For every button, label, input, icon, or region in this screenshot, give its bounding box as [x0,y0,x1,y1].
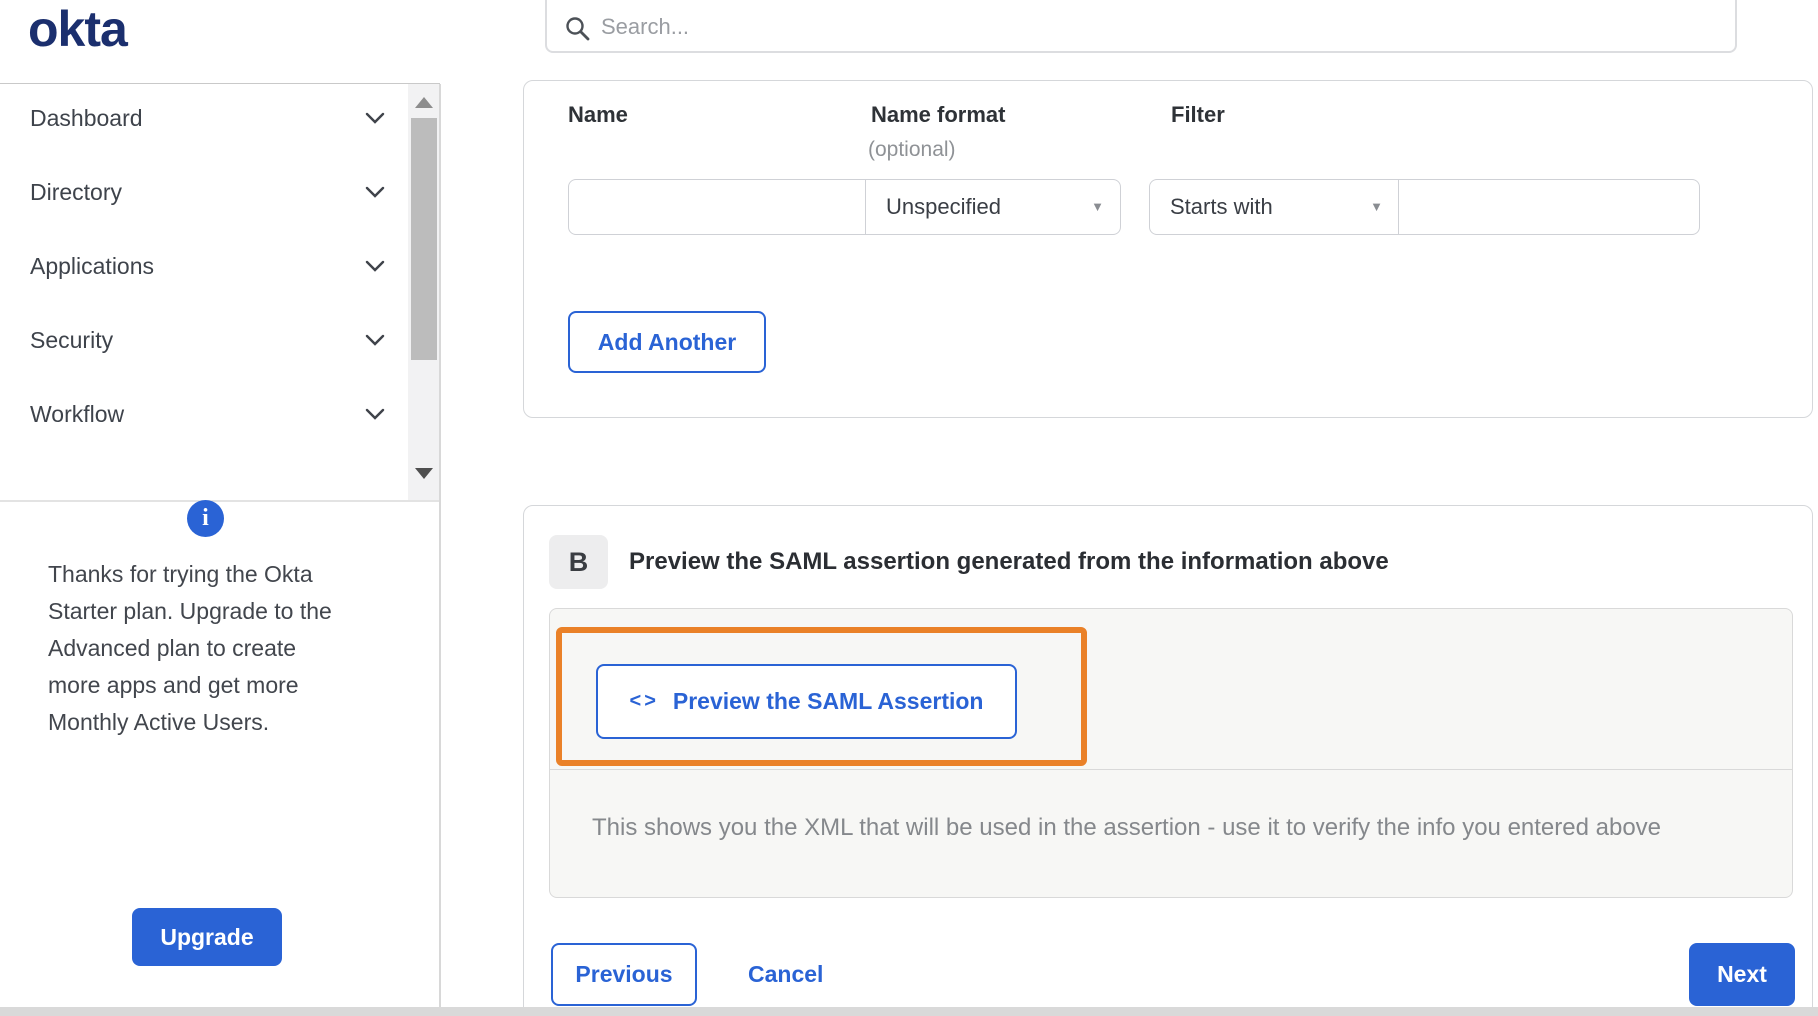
previous-button[interactable]: Previous [551,943,697,1006]
scroll-down-arrow-icon[interactable] [415,468,433,479]
chevron-down-icon [365,260,385,272]
filter-column-label: Filter [1171,102,1225,127]
sidebar-item-directory[interactable]: Directory [30,170,385,214]
chevron-down-icon [365,112,385,124]
search-icon [566,17,590,41]
sidebar-item-label: Security [30,326,114,353]
attribute-statements-panel: Name Name format (optional) Filter Unspe… [523,80,1813,418]
sidebar-bottom-divider [0,500,440,502]
filter-type-select[interactable]: Starts with ▼ [1149,179,1400,235]
preview-saml-panel: B Preview the SAML assertion generated f… [523,505,1813,1016]
sidebar-item-applications[interactable]: Applications [30,244,385,288]
attribute-name-input[interactable] [568,179,866,235]
sidebar-item-label: Applications [30,252,155,279]
window-bottom-edge [0,1007,1818,1016]
chevron-down-icon [365,408,385,420]
preview-box-divider [550,769,1792,770]
filter-value-input[interactable] [1398,179,1700,235]
upgrade-button[interactable]: Upgrade [132,908,282,966]
scrollbar-thumb[interactable] [411,118,437,360]
code-icon: <> [629,690,659,712]
name-format-value: Unspecified [886,194,1001,219]
global-search [545,0,1737,53]
name-format-column-label: Name format [871,102,1006,127]
sidebar-item-workflow[interactable]: Workflow [30,392,385,436]
dropdown-caret-icon: ▼ [1370,199,1383,214]
preview-section-title: Preview the SAML assertion generated fro… [629,548,1389,575]
search-input[interactable] [601,4,1701,50]
preview-saml-assertion-button[interactable]: <> Preview the SAML Assertion [596,664,1017,739]
trial-notice-text: Thanks for trying the Okta Starter plan.… [48,561,332,735]
name-column-label: Name [568,102,628,127]
chevron-down-icon [365,186,385,198]
assertion-note-text: This shows you the XML that will be used… [592,814,1662,841]
sidebar-separator [439,84,441,1016]
sidebar-item-dashboard[interactable]: Dashboard [30,96,385,140]
sidebar-top-divider [0,83,440,84]
scroll-up-arrow-icon[interactable] [415,97,433,108]
preview-button-label: Preview the SAML Assertion [672,688,984,714]
sidebar-item-label: Workflow [30,400,125,427]
sidebar-item-security[interactable]: Security [30,318,385,362]
optional-label: (optional) [868,138,956,161]
filter-type-value: Starts with [1170,194,1273,219]
sidebar-item-label: Dashboard [30,104,143,131]
okta-logo: okta [28,1,128,57]
add-another-button[interactable]: Add Another [568,311,766,373]
okta-admin-screen: okta Dashboard Directory Applications Se… [0,0,1818,1016]
cancel-link[interactable]: Cancel [748,943,823,1006]
preview-assertion-box: <> Preview the SAML Assertion This shows… [549,608,1793,898]
sidebar-scrollbar[interactable] [408,84,440,500]
chevron-down-icon [365,334,385,346]
next-button[interactable]: Next [1689,943,1795,1006]
sidebar-item-label: Directory [30,178,123,205]
info-icon: i [187,500,224,537]
dropdown-caret-icon: ▼ [1091,199,1104,214]
step-b-badge: B [549,535,608,589]
name-format-select[interactable]: Unspecified ▼ [865,179,1121,235]
